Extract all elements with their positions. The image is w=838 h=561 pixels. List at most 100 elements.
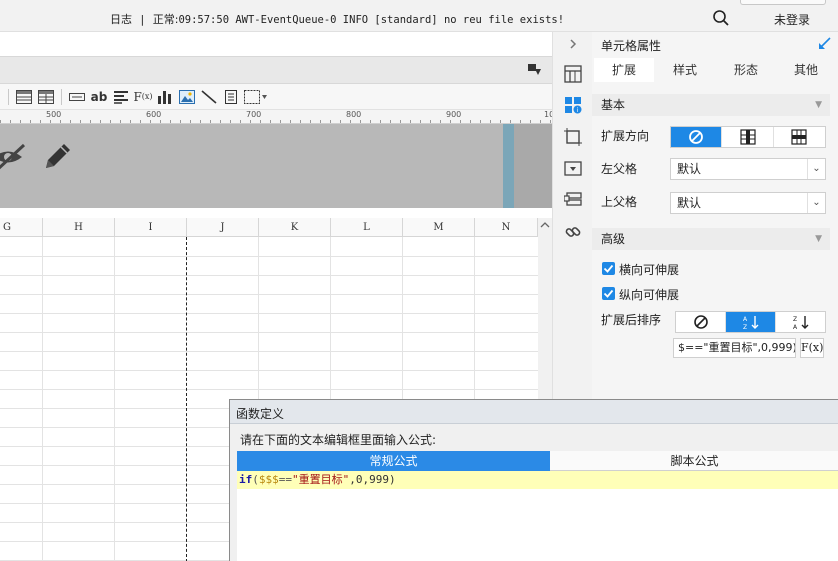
cell-element-icon[interactable] <box>563 127 583 147</box>
sort-descending-button[interactable]: ZA <box>776 312 825 332</box>
text-ab-icon[interactable]: ab <box>88 87 110 107</box>
document-icon[interactable] <box>220 87 242 107</box>
tab-normal-formula[interactable]: 常规公式 <box>237 451 550 471</box>
ruler-tick <box>190 120 191 123</box>
column-header[interactable]: G <box>0 218 43 237</box>
ruler-tick <box>220 120 221 123</box>
link-icon[interactable] <box>563 222 583 242</box>
tab-expand[interactable]: 扩展 <box>594 58 654 82</box>
ruler-tick <box>440 120 441 123</box>
column-header[interactable]: J <box>187 218 259 237</box>
tab-other[interactable]: 其他 <box>776 58 836 82</box>
edit-pencil-icon[interactable] <box>42 140 74 172</box>
ruler-tick <box>480 120 481 123</box>
column-header[interactable]: M <box>403 218 475 237</box>
panel-title: 单元格属性 <box>601 39 662 53</box>
code-variable: $$$ <box>258 473 279 486</box>
status-separator: | <box>140 13 145 26</box>
ruler-tick <box>90 120 91 123</box>
check-icon <box>603 264 614 273</box>
hide-icon[interactable] <box>0 142 30 172</box>
text-field-icon[interactable] <box>66 87 88 107</box>
section-basic[interactable]: 基本 ▼ <box>592 94 830 116</box>
formula-editor-button[interactable]: F(x) <box>800 338 824 358</box>
band-resize-handle[interactable] <box>503 124 514 208</box>
collapse-icon[interactable] <box>528 64 542 76</box>
bar-chart-icon[interactable] <box>154 87 176 107</box>
ruler-tick <box>340 120 341 123</box>
image-icon[interactable] <box>176 87 198 107</box>
ruler-tick <box>390 120 391 123</box>
column-header[interactable]: I <box>115 218 187 237</box>
code-string: "重置目标" <box>292 473 350 486</box>
ruler-tick <box>510 120 511 123</box>
ruler-tick <box>50 120 51 123</box>
formula-icon[interactable]: F (x) <box>132 87 154 107</box>
left-parent-value: 默认 <box>677 162 702 176</box>
column-header[interactable]: N <box>475 218 538 237</box>
ruler-tick <box>120 120 121 123</box>
slash-line-icon[interactable] <box>198 87 220 107</box>
ruler-tick <box>460 120 461 123</box>
top-parent-value: 默认 <box>677 196 702 210</box>
horizontal-expand-label[interactable]: 横向可伸展 <box>619 261 679 278</box>
left-parent-select[interactable]: 默认 ⌄ <box>670 158 826 180</box>
ruler-tick <box>500 120 501 123</box>
svg-text:A: A <box>743 316 748 323</box>
expand-vertical-button[interactable] <box>722 127 774 147</box>
top-parent-label: 上父格 <box>601 195 638 209</box>
scroll-up-icon[interactable] <box>538 218 552 232</box>
ruler-tick <box>200 120 201 123</box>
dialog-titlebar[interactable]: 函数定义 <box>230 400 838 424</box>
hyperlink-list-icon[interactable] <box>563 190 583 210</box>
column-header[interactable]: K <box>259 218 331 237</box>
grid-table-icon[interactable] <box>35 87 57 107</box>
top-parent-select[interactable]: 默认 ⌄ <box>670 192 826 214</box>
sort-none-button[interactable] <box>676 312 726 332</box>
grid-row-line <box>0 313 538 314</box>
horizontal-expand-checkbox[interactable] <box>602 262 615 275</box>
code-paren: ( <box>252 473 259 486</box>
collapse-right-icon[interactable] <box>563 34 583 54</box>
expand-horizontal-button[interactable] <box>774 127 825 147</box>
tab-form[interactable]: 形态 <box>716 58 776 82</box>
column-header[interactable]: L <box>331 218 403 237</box>
sort-ascending-button[interactable]: AZ <box>726 312 776 332</box>
cell-layout-icon[interactable] <box>563 64 583 84</box>
vertical-expand-label[interactable]: 纵向可伸展 <box>619 286 679 303</box>
table-icon[interactable] <box>13 87 35 107</box>
formula-type-tabs: 常规公式 脚本公式 <box>237 451 838 471</box>
sort-ascending-icon: AZ <box>743 316 758 330</box>
grid-column-line <box>42 237 43 561</box>
ruler-tick <box>80 120 81 123</box>
expand-none-button[interactable] <box>671 127 723 147</box>
expand-direction-label: 扩展方向 <box>601 129 650 143</box>
section-advanced[interactable]: 高级 ▼ <box>592 228 830 250</box>
formula-code-line[interactable]: if($$$=="重置目标",0,999) <box>237 471 838 489</box>
vertical-expand-checkbox[interactable] <box>602 287 615 300</box>
no-entry-icon <box>693 315 708 329</box>
log-label[interactable]: 日志 <box>110 13 132 26</box>
expand-arrow-icon[interactable] <box>818 36 832 53</box>
sort-formula-input[interactable]: $=="重置目标",0,999) <box>673 338 796 358</box>
editor-tabstrip <box>0 32 552 56</box>
toolbar-separator <box>8 88 9 105</box>
search-icon[interactable] <box>712 9 730 27</box>
grid-row-line <box>0 294 538 295</box>
column-header[interactable]: H <box>43 218 115 237</box>
ruler-tick <box>410 120 411 123</box>
toolbar-separator <box>61 88 62 105</box>
window-tab-stub[interactable] <box>740 0 826 5</box>
ruler-label: 700 <box>246 110 262 119</box>
border-icon[interactable] <box>242 87 270 107</box>
paragraph-icon[interactable] <box>110 87 132 107</box>
widget-icon[interactable] <box>563 159 583 179</box>
cell-attributes-icon[interactable]: i <box>563 95 583 115</box>
ruler-tick <box>470 120 471 123</box>
login-link[interactable]: 未登录 <box>774 11 810 28</box>
tab-style[interactable]: 样式 <box>654 58 716 82</box>
grid-row-line <box>0 370 538 371</box>
tab-script-formula[interactable]: 脚本公式 <box>550 451 838 471</box>
ruler-label: 900 <box>446 110 462 119</box>
formula-editor[interactable]: if($$$=="重置目标",0,999) <box>237 471 838 561</box>
